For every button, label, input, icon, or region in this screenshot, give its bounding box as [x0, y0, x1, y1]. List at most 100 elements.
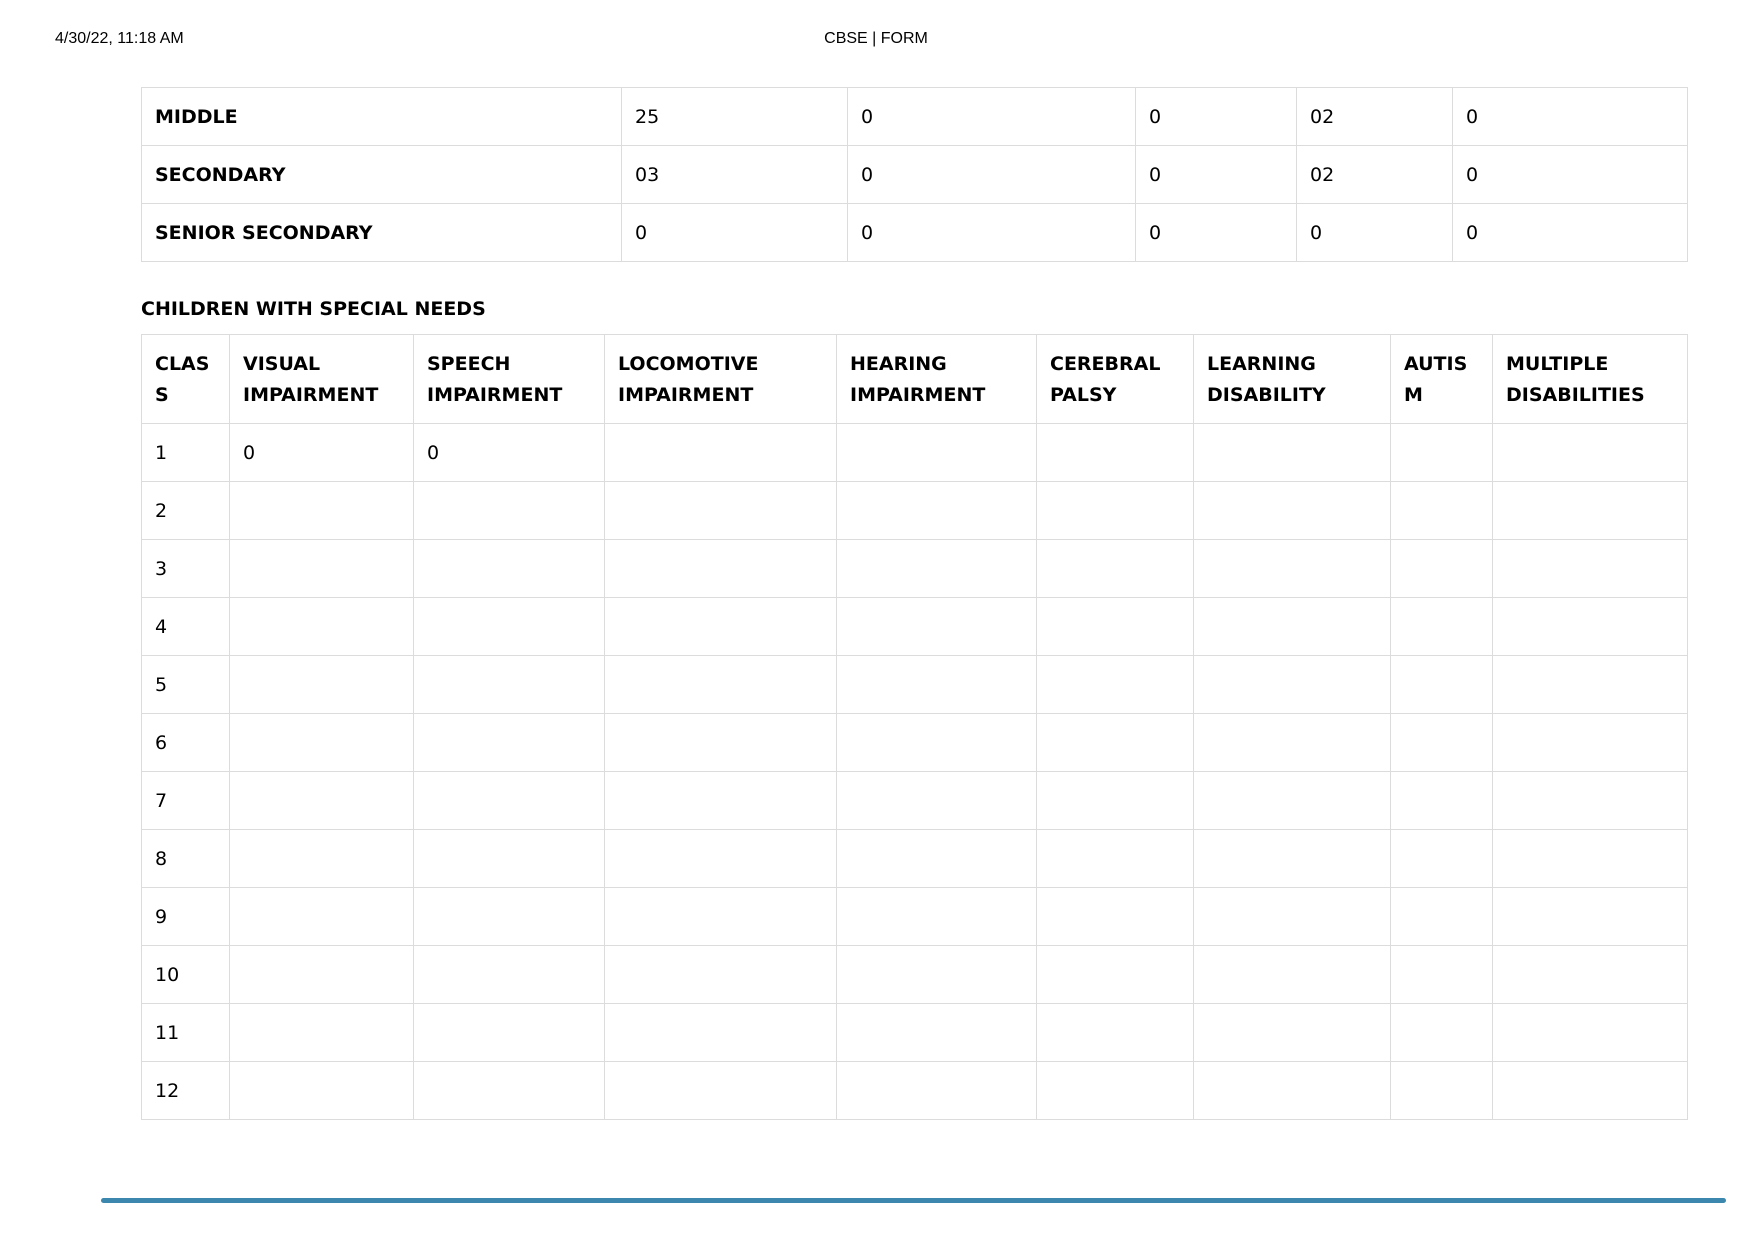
table-cell: [604, 539, 837, 598]
table-cell: [413, 1061, 605, 1120]
table-cell: [229, 481, 414, 540]
table-cell: [1036, 1061, 1194, 1120]
table-row: 9: [141, 887, 1688, 946]
table-cell: [836, 829, 1037, 888]
table-cell: 02: [1296, 87, 1453, 146]
table-cell: [836, 655, 1037, 714]
table-cell: [836, 945, 1037, 1004]
table-cell: [1492, 539, 1688, 598]
table-cell: [604, 945, 837, 1004]
table-cell: [1492, 1003, 1688, 1062]
table-cell: [1390, 1003, 1493, 1062]
class-cell: 3: [141, 539, 230, 598]
row-label: MIDDLE: [141, 87, 622, 146]
table-cell: [836, 481, 1037, 540]
table-cell: 0: [1296, 203, 1453, 262]
table-cell: [1193, 887, 1391, 946]
row-label: SENIOR SECONDARY: [141, 203, 622, 262]
table-cell: [1036, 655, 1194, 714]
table-cell: 0: [413, 423, 605, 482]
table-cell: [604, 1003, 837, 1062]
table-cell: [1036, 597, 1194, 656]
cwsn-table: CLASS VISUAL IMPAIRMENT SPEECH IMPAIRMEN…: [141, 334, 1688, 1120]
table-cell: [1036, 481, 1194, 540]
table-cell: [1036, 539, 1194, 598]
table-cell: 03: [621, 145, 848, 204]
table-cell: [604, 713, 837, 772]
table-cell: [1390, 655, 1493, 714]
column-header: LEARNING DISABILITY: [1193, 334, 1391, 424]
column-header: MULTIPLE DISABILITIES: [1492, 334, 1688, 424]
table-cell: 0: [229, 423, 414, 482]
table-cell: [1390, 423, 1493, 482]
table-cell: [1390, 481, 1493, 540]
table-cell: [836, 1003, 1037, 1062]
table-cell: [1193, 655, 1391, 714]
table-cell: [1036, 1003, 1194, 1062]
column-header: AUTISM: [1390, 334, 1493, 424]
table-cell: 0: [621, 203, 848, 262]
table-cell: [1390, 713, 1493, 772]
class-cell: 5: [141, 655, 230, 714]
table-cell: [1193, 1003, 1391, 1062]
table-cell: [413, 771, 605, 830]
table-cell: [1036, 713, 1194, 772]
print-title: CBSE | FORM: [824, 30, 928, 47]
class-cell: 12: [141, 1061, 230, 1120]
table-cell: 0: [847, 203, 1136, 262]
table-row: 11: [141, 1003, 1688, 1062]
table-cell: [413, 887, 605, 946]
class-cell: 9: [141, 887, 230, 946]
table-cell: [1036, 829, 1194, 888]
table-cell: 0: [847, 145, 1136, 204]
table-cell: [1492, 1061, 1688, 1120]
table-cell: [604, 423, 837, 482]
table-cell: [1492, 829, 1688, 888]
table-cell: [1492, 597, 1688, 656]
table-cell: [413, 539, 605, 598]
table-cell: [1036, 771, 1194, 830]
table-cell: [604, 655, 837, 714]
class-cell: 6: [141, 713, 230, 772]
table-cell: [1036, 423, 1194, 482]
class-cell: 7: [141, 771, 230, 830]
column-header: VISUAL IMPAIRMENT: [229, 334, 414, 424]
table-cell: [229, 655, 414, 714]
table-cell: 0: [1452, 203, 1688, 262]
class-cell: 4: [141, 597, 230, 656]
table-row: 100: [141, 423, 1688, 482]
table-cell: [604, 887, 837, 946]
table-cell: [1390, 887, 1493, 946]
table-cell: 0: [1135, 145, 1297, 204]
table-cell: [1193, 771, 1391, 830]
column-header: HEARING IMPAIRMENT: [836, 334, 1037, 424]
table-cell: [1390, 771, 1493, 830]
table-cell: [604, 1061, 837, 1120]
table-cell: [229, 829, 414, 888]
table-cell: 25: [621, 87, 848, 146]
class-cell: 10: [141, 945, 230, 1004]
table-cell: [413, 655, 605, 714]
table-cell: [1492, 945, 1688, 1004]
table-cell: [413, 945, 605, 1004]
table-cell: [1036, 945, 1194, 1004]
table-row: 4: [141, 597, 1688, 656]
table-row: 5: [141, 655, 1688, 714]
table-cell: [604, 829, 837, 888]
table-cell: [1193, 423, 1391, 482]
table-cell: [836, 771, 1037, 830]
table-cell: [229, 771, 414, 830]
table-cell: [1492, 713, 1688, 772]
table-row: 8: [141, 829, 1688, 888]
table-cell: [413, 597, 605, 656]
table-cell: 02: [1296, 145, 1453, 204]
table-row: MIDDLE 25 0 0 02 0: [141, 87, 1688, 146]
table-cell: 0: [1452, 145, 1688, 204]
table-cell: [413, 481, 605, 540]
table-cell: [413, 829, 605, 888]
table-cell: 0: [847, 87, 1136, 146]
table-cell: [836, 1061, 1037, 1120]
table-cell: [1390, 945, 1493, 1004]
table-cell: [836, 423, 1037, 482]
table-cell: [1036, 887, 1194, 946]
